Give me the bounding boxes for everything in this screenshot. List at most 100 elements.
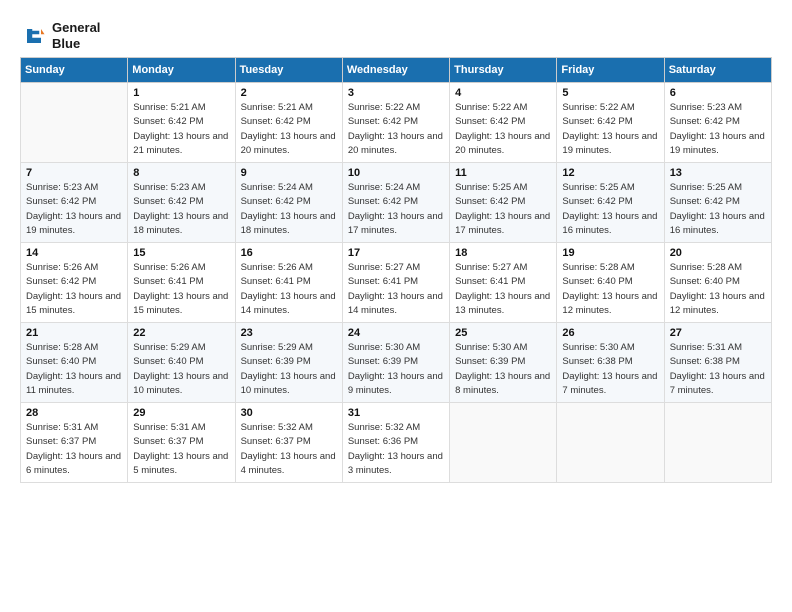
calendar-cell: 6 Sunrise: 5:23 AM Sunset: 6:42 PM Dayli… bbox=[664, 83, 771, 163]
calendar-cell: 7 Sunrise: 5:23 AM Sunset: 6:42 PM Dayli… bbox=[21, 163, 128, 243]
calendar-table: Sunday Monday Tuesday Wednesday Thursday… bbox=[20, 57, 772, 483]
day-info: Sunrise: 5:23 AM Sunset: 6:42 PM Dayligh… bbox=[26, 181, 122, 238]
day-number: 23 bbox=[241, 327, 337, 339]
calendar-cell bbox=[450, 403, 557, 483]
calendar-cell: 12 Sunrise: 5:25 AM Sunset: 6:42 PM Dayl… bbox=[557, 163, 664, 243]
logo-text: General Blue bbox=[52, 20, 100, 51]
day-info: Sunrise: 5:31 AM Sunset: 6:37 PM Dayligh… bbox=[133, 421, 229, 478]
day-number: 21 bbox=[26, 327, 122, 339]
day-info: Sunrise: 5:28 AM Sunset: 6:40 PM Dayligh… bbox=[26, 341, 122, 398]
calendar-cell bbox=[557, 403, 664, 483]
calendar-week-row: 28 Sunrise: 5:31 AM Sunset: 6:37 PM Dayl… bbox=[21, 403, 772, 483]
col-friday: Friday bbox=[557, 58, 664, 83]
day-info: Sunrise: 5:22 AM Sunset: 6:42 PM Dayligh… bbox=[562, 101, 658, 158]
day-number: 10 bbox=[348, 167, 444, 179]
calendar-cell: 17 Sunrise: 5:27 AM Sunset: 6:41 PM Dayl… bbox=[342, 243, 449, 323]
day-info: Sunrise: 5:27 AM Sunset: 6:41 PM Dayligh… bbox=[348, 261, 444, 318]
day-number: 13 bbox=[670, 167, 766, 179]
day-info: Sunrise: 5:26 AM Sunset: 6:42 PM Dayligh… bbox=[26, 261, 122, 318]
day-number: 24 bbox=[348, 327, 444, 339]
calendar-cell: 22 Sunrise: 5:29 AM Sunset: 6:40 PM Dayl… bbox=[128, 323, 235, 403]
calendar-week-row: 7 Sunrise: 5:23 AM Sunset: 6:42 PM Dayli… bbox=[21, 163, 772, 243]
day-info: Sunrise: 5:31 AM Sunset: 6:37 PM Dayligh… bbox=[26, 421, 122, 478]
calendar-cell: 29 Sunrise: 5:31 AM Sunset: 6:37 PM Dayl… bbox=[128, 403, 235, 483]
day-info: Sunrise: 5:25 AM Sunset: 6:42 PM Dayligh… bbox=[455, 181, 551, 238]
calendar-cell: 19 Sunrise: 5:28 AM Sunset: 6:40 PM Dayl… bbox=[557, 243, 664, 323]
day-info: Sunrise: 5:30 AM Sunset: 6:39 PM Dayligh… bbox=[348, 341, 444, 398]
calendar-cell: 15 Sunrise: 5:26 AM Sunset: 6:41 PM Dayl… bbox=[128, 243, 235, 323]
day-info: Sunrise: 5:32 AM Sunset: 6:37 PM Dayligh… bbox=[241, 421, 337, 478]
day-number: 30 bbox=[241, 407, 337, 419]
calendar-cell bbox=[664, 403, 771, 483]
day-number: 17 bbox=[348, 247, 444, 259]
calendar-cell: 26 Sunrise: 5:30 AM Sunset: 6:38 PM Dayl… bbox=[557, 323, 664, 403]
day-info: Sunrise: 5:22 AM Sunset: 6:42 PM Dayligh… bbox=[455, 101, 551, 158]
calendar-cell: 30 Sunrise: 5:32 AM Sunset: 6:37 PM Dayl… bbox=[235, 403, 342, 483]
calendar-cell: 14 Sunrise: 5:26 AM Sunset: 6:42 PM Dayl… bbox=[21, 243, 128, 323]
calendar-cell: 28 Sunrise: 5:31 AM Sunset: 6:37 PM Dayl… bbox=[21, 403, 128, 483]
calendar-cell: 4 Sunrise: 5:22 AM Sunset: 6:42 PM Dayli… bbox=[450, 83, 557, 163]
calendar-cell: 18 Sunrise: 5:27 AM Sunset: 6:41 PM Dayl… bbox=[450, 243, 557, 323]
day-info: Sunrise: 5:24 AM Sunset: 6:42 PM Dayligh… bbox=[348, 181, 444, 238]
day-number: 19 bbox=[562, 247, 658, 259]
day-number: 31 bbox=[348, 407, 444, 419]
day-info: Sunrise: 5:32 AM Sunset: 6:36 PM Dayligh… bbox=[348, 421, 444, 478]
calendar-cell: 21 Sunrise: 5:28 AM Sunset: 6:40 PM Dayl… bbox=[21, 323, 128, 403]
calendar-cell: 3 Sunrise: 5:22 AM Sunset: 6:42 PM Dayli… bbox=[342, 83, 449, 163]
day-number: 6 bbox=[670, 87, 766, 99]
day-number: 4 bbox=[455, 87, 551, 99]
day-number: 27 bbox=[670, 327, 766, 339]
day-info: Sunrise: 5:23 AM Sunset: 6:42 PM Dayligh… bbox=[670, 101, 766, 158]
calendar-week-row: 1 Sunrise: 5:21 AM Sunset: 6:42 PM Dayli… bbox=[21, 83, 772, 163]
col-wednesday: Wednesday bbox=[342, 58, 449, 83]
calendar-cell: 13 Sunrise: 5:25 AM Sunset: 6:42 PM Dayl… bbox=[664, 163, 771, 243]
day-info: Sunrise: 5:29 AM Sunset: 6:39 PM Dayligh… bbox=[241, 341, 337, 398]
day-info: Sunrise: 5:22 AM Sunset: 6:42 PM Dayligh… bbox=[348, 101, 444, 158]
col-tuesday: Tuesday bbox=[235, 58, 342, 83]
col-monday: Monday bbox=[128, 58, 235, 83]
calendar-header-row: Sunday Monday Tuesday Wednesday Thursday… bbox=[21, 58, 772, 83]
calendar-week-row: 21 Sunrise: 5:28 AM Sunset: 6:40 PM Dayl… bbox=[21, 323, 772, 403]
calendar-cell: 20 Sunrise: 5:28 AM Sunset: 6:40 PM Dayl… bbox=[664, 243, 771, 323]
calendar-cell: 16 Sunrise: 5:26 AM Sunset: 6:41 PM Dayl… bbox=[235, 243, 342, 323]
day-info: Sunrise: 5:21 AM Sunset: 6:42 PM Dayligh… bbox=[133, 101, 229, 158]
day-number: 2 bbox=[241, 87, 337, 99]
calendar-cell: 9 Sunrise: 5:24 AM Sunset: 6:42 PM Dayli… bbox=[235, 163, 342, 243]
day-info: Sunrise: 5:21 AM Sunset: 6:42 PM Dayligh… bbox=[241, 101, 337, 158]
col-sunday: Sunday bbox=[21, 58, 128, 83]
day-number: 15 bbox=[133, 247, 229, 259]
col-thursday: Thursday bbox=[450, 58, 557, 83]
calendar-cell: 1 Sunrise: 5:21 AM Sunset: 6:42 PM Dayli… bbox=[128, 83, 235, 163]
day-number: 18 bbox=[455, 247, 551, 259]
day-number: 28 bbox=[26, 407, 122, 419]
day-number: 1 bbox=[133, 87, 229, 99]
day-number: 29 bbox=[133, 407, 229, 419]
calendar-cell: 23 Sunrise: 5:29 AM Sunset: 6:39 PM Dayl… bbox=[235, 323, 342, 403]
day-number: 7 bbox=[26, 167, 122, 179]
page-header: General Blue bbox=[20, 20, 772, 51]
calendar-cell bbox=[21, 83, 128, 163]
calendar-cell: 31 Sunrise: 5:32 AM Sunset: 6:36 PM Dayl… bbox=[342, 403, 449, 483]
day-info: Sunrise: 5:26 AM Sunset: 6:41 PM Dayligh… bbox=[241, 261, 337, 318]
day-number: 14 bbox=[26, 247, 122, 259]
logo-icon bbox=[20, 22, 48, 50]
calendar-cell: 24 Sunrise: 5:30 AM Sunset: 6:39 PM Dayl… bbox=[342, 323, 449, 403]
day-number: 25 bbox=[455, 327, 551, 339]
day-number: 26 bbox=[562, 327, 658, 339]
day-info: Sunrise: 5:30 AM Sunset: 6:39 PM Dayligh… bbox=[455, 341, 551, 398]
day-info: Sunrise: 5:29 AM Sunset: 6:40 PM Dayligh… bbox=[133, 341, 229, 398]
calendar-cell: 27 Sunrise: 5:31 AM Sunset: 6:38 PM Dayl… bbox=[664, 323, 771, 403]
day-info: Sunrise: 5:30 AM Sunset: 6:38 PM Dayligh… bbox=[562, 341, 658, 398]
day-info: Sunrise: 5:28 AM Sunset: 6:40 PM Dayligh… bbox=[562, 261, 658, 318]
day-info: Sunrise: 5:24 AM Sunset: 6:42 PM Dayligh… bbox=[241, 181, 337, 238]
calendar-cell: 25 Sunrise: 5:30 AM Sunset: 6:39 PM Dayl… bbox=[450, 323, 557, 403]
day-info: Sunrise: 5:23 AM Sunset: 6:42 PM Dayligh… bbox=[133, 181, 229, 238]
day-number: 12 bbox=[562, 167, 658, 179]
calendar-week-row: 14 Sunrise: 5:26 AM Sunset: 6:42 PM Dayl… bbox=[21, 243, 772, 323]
day-number: 5 bbox=[562, 87, 658, 99]
calendar-cell: 2 Sunrise: 5:21 AM Sunset: 6:42 PM Dayli… bbox=[235, 83, 342, 163]
day-info: Sunrise: 5:31 AM Sunset: 6:38 PM Dayligh… bbox=[670, 341, 766, 398]
day-info: Sunrise: 5:25 AM Sunset: 6:42 PM Dayligh… bbox=[670, 181, 766, 238]
day-number: 20 bbox=[670, 247, 766, 259]
day-number: 11 bbox=[455, 167, 551, 179]
